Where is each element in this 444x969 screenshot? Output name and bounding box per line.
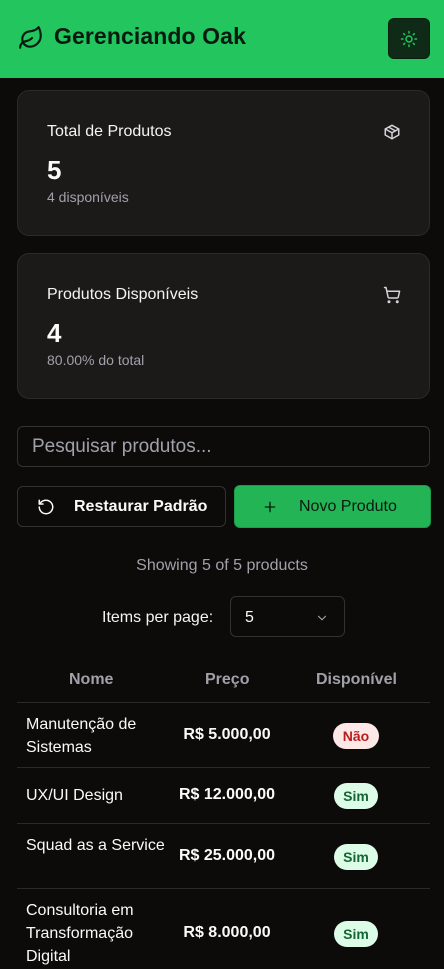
stat-card-value: 4 (47, 318, 62, 348)
availability-badge: Não (333, 723, 379, 749)
stat-card-value: 5 (47, 155, 62, 185)
product-name: Consultoria em Transformação Digital (26, 902, 134, 965)
table-row[interactable]: UX/UI Design R$ 12.000,00 Sim (17, 768, 430, 824)
leaf-icon (19, 26, 42, 49)
restore-default-label: Restaurar Padrão (74, 498, 208, 515)
theme-toggle-button[interactable] (388, 18, 430, 59)
new-product-button[interactable]: Novo Produto (234, 485, 431, 528)
items-per-page-select[interactable]: 5 (230, 596, 345, 637)
table-row[interactable]: Manutenção de Sistemas R$ 5.000,00 Não (17, 703, 430, 768)
app-header: Gerenciando Oak (0, 0, 444, 78)
sun-icon (400, 30, 418, 47)
stat-card-subtext: 4 disponíveis (47, 189, 129, 205)
availability-badge: Sim (334, 783, 378, 809)
product-name: UX/UI Design (26, 787, 123, 804)
column-header-available[interactable]: Disponível (316, 671, 397, 689)
package-icon (384, 124, 400, 140)
restore-default-button[interactable]: Restaurar Padrão (17, 486, 226, 527)
stat-card-subtext: 80.00% do total (47, 352, 145, 368)
chevron-down-icon (317, 615, 327, 621)
product-name: Manutenção de Sistemas (26, 716, 137, 756)
app-title: Gerenciando Oak (54, 23, 246, 49)
product-price: R$ 8.000,00 (183, 924, 271, 941)
table-row[interactable]: Consultoria em Transformação Digital R$ … (17, 889, 430, 969)
product-price: R$ 25.000,00 (178, 847, 276, 864)
stat-card-total-products: Total de Produtos 5 4 disponíveis (17, 90, 430, 236)
column-header-name[interactable]: Nome (69, 671, 113, 689)
showing-count-text: Showing 5 of 5 products (136, 557, 308, 574)
product-name: Squad as a Service (26, 837, 165, 854)
rotate-ccw-icon (38, 499, 54, 515)
table-row[interactable]: Squad as a Service R$ 25.000,00 Sim (17, 824, 430, 889)
items-per-page-label: Items per page: (102, 609, 214, 626)
product-price: R$ 12.000,00 (178, 786, 276, 803)
product-price: R$ 5.000,00 (183, 726, 271, 743)
stat-card-available-products: Produtos Disponíveis 4 80.00% do total (17, 253, 430, 399)
items-per-page-value: 5 (245, 609, 254, 626)
cart-icon (383, 286, 401, 304)
products-table: Nome Preço Disponível Manutenção de Sist… (17, 660, 430, 969)
new-product-label: Novo Produto (299, 498, 397, 515)
availability-badge: Sim (334, 921, 378, 947)
availability-badge: Sim (334, 844, 378, 870)
plus-icon (264, 501, 276, 513)
table-header: Nome Preço Disponível (17, 660, 430, 703)
stat-card-title: Total de Produtos (47, 123, 172, 140)
column-header-price[interactable]: Preço (205, 671, 249, 689)
search-input[interactable] (17, 426, 430, 467)
stat-card-title: Produtos Disponíveis (47, 286, 199, 303)
